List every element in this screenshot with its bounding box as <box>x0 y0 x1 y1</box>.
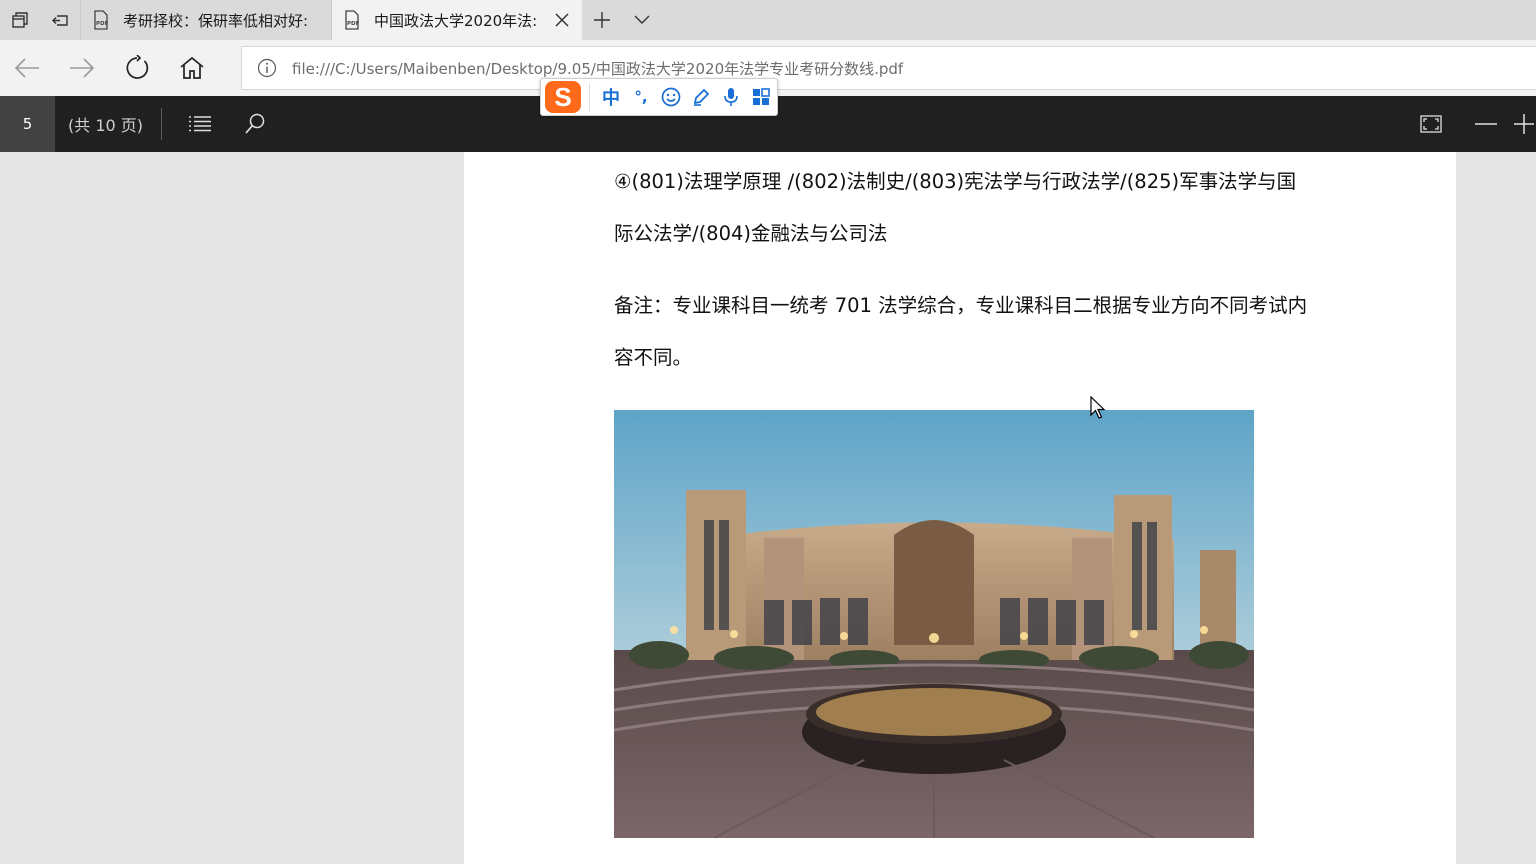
address-bar[interactable]: file:///C:/Users/Maibenben/Desktop/9.05/… <box>241 46 1536 90</box>
svg-text:PDF: PDF <box>96 21 109 27</box>
voice-input-mic-icon[interactable] <box>716 78 746 116</box>
toolbar-divider <box>161 108 162 140</box>
new-tab-icon[interactable] <box>582 0 622 40</box>
home-icon[interactable] <box>165 40 219 96</box>
paragraph-exam-subjects: ④(801)法理学原理 /(802)法制史/(803)宪法学与行政法学/(825… <box>614 170 1297 245</box>
address-url[interactable]: file:///C:/Users/Maibenben/Desktop/9.05/… <box>292 58 903 79</box>
table-of-contents-icon[interactable] <box>173 96 227 152</box>
page-count: (共 10 页) <box>68 116 144 135</box>
tab-actions-icon[interactable] <box>0 0 40 40</box>
forward-icon[interactable] <box>55 40 109 96</box>
refresh-icon[interactable] <box>110 40 164 96</box>
emoji-icon[interactable] <box>656 78 686 116</box>
tab-bar: PDF 考研择校：保研率低相对好: PDF 中国政法大学2020年法: <box>0 0 1536 40</box>
paragraph-remarks: 备注：专业课科目一统考 701 法学综合，专业课科目二根据专业方向不同考试内容不… <box>614 294 1308 369</box>
back-icon[interactable] <box>0 40 54 96</box>
pdf-page: ④(801)法理学原理 /(802)法制史/(803)宪法学与行政法学/(825… <box>464 152 1456 864</box>
pdf-icon: PDF <box>345 10 360 30</box>
set-tabs-aside-icon[interactable] <box>40 0 80 40</box>
mouse-cursor-icon <box>1090 396 1106 419</box>
sogou-logo-icon[interactable]: S <box>541 78 585 116</box>
svg-text:PDF: PDF <box>347 21 360 27</box>
site-info-icon[interactable] <box>242 58 292 78</box>
tab-title: 中国政法大学2020年法: <box>374 11 538 30</box>
ime-divider <box>589 83 590 111</box>
handwriting-pen-icon[interactable] <box>686 78 716 116</box>
pdf-icon: PDF <box>94 10 109 30</box>
page-number-input[interactable]: 5 <box>0 96 55 152</box>
ime-mode-toggle[interactable]: 中 <box>596 78 626 116</box>
fullscreen-icon[interactable] <box>1404 96 1458 152</box>
tab-active[interactable]: PDF 中国政法大学2020年法: <box>332 0 582 40</box>
toolbox-grid-icon[interactable] <box>746 78 776 116</box>
zoom-out-icon[interactable] <box>1459 96 1513 152</box>
zoom-in-icon[interactable] <box>1514 96 1536 152</box>
tab-title: 考研择校：保研率低相对好: <box>123 11 309 30</box>
close-tab-icon[interactable] <box>542 0 582 40</box>
library-building-photo <box>614 410 1254 838</box>
ime-punctuation-toggle[interactable]: °, <box>626 78 656 116</box>
pdf-viewer[interactable]: ④(801)法理学原理 /(802)法制史/(803)宪法学与行政法学/(825… <box>0 152 1536 864</box>
ime-toolbar[interactable]: S 中 °, <box>540 78 778 116</box>
tab-inactive[interactable]: PDF 考研择校：保研率低相对好: <box>80 0 332 40</box>
tab-preview-chevron-icon[interactable] <box>622 0 662 40</box>
search-icon[interactable] <box>228 96 282 152</box>
